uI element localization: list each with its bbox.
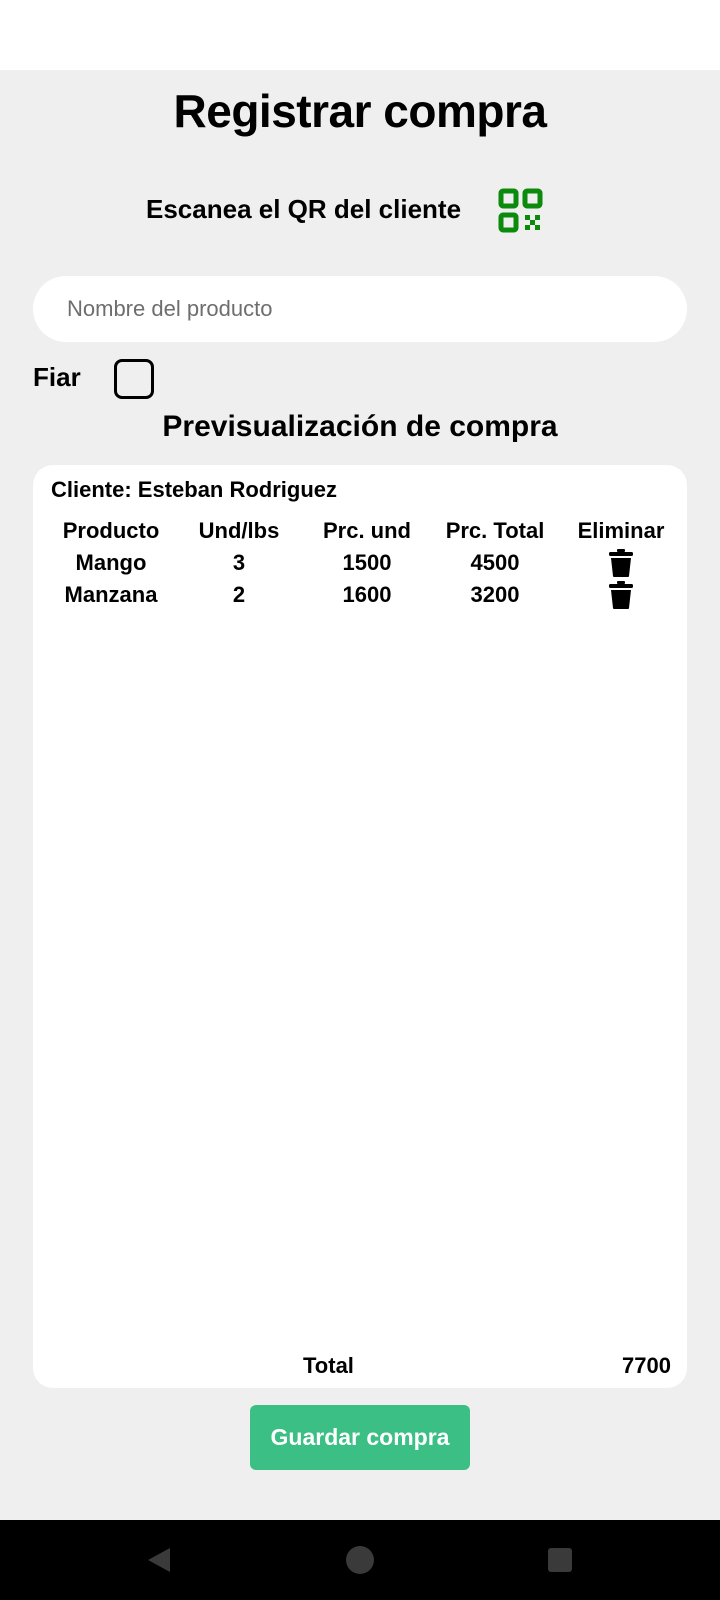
header-prc-und: Prc. und bbox=[322, 518, 411, 543]
delete-cell bbox=[559, 547, 683, 579]
fiar-label: Fiar bbox=[33, 362, 81, 392]
qr-code-icon[interactable] bbox=[498, 188, 544, 234]
header-producto: Producto bbox=[62, 518, 160, 543]
client-name: Cliente: Esteban Rodriguez bbox=[51, 477, 338, 502]
total-value: 7700 bbox=[622, 1353, 671, 1378]
trash-icon[interactable] bbox=[609, 581, 633, 609]
table-row: Manzana 2 1600 3200 bbox=[33, 579, 687, 611]
preview-title: Previsualización de compra bbox=[162, 410, 558, 443]
purchase-table: Producto Und/lbs Prc. und Prc. Total Eli… bbox=[33, 515, 687, 611]
cell-und: 2 bbox=[232, 582, 246, 607]
trash-icon[interactable] bbox=[609, 549, 633, 577]
header-und-lbs: Und/lbs bbox=[198, 518, 280, 543]
total-label: Total bbox=[303, 1353, 354, 1378]
header-prc-total: Prc. Total bbox=[445, 518, 545, 543]
fiar-checkbox[interactable] bbox=[114, 359, 154, 399]
header-eliminar: Eliminar bbox=[577, 518, 665, 543]
cell-und: 3 bbox=[232, 550, 246, 575]
cell-producto: Mango bbox=[75, 550, 147, 575]
scan-qr-row: Escanea el QR del cliente bbox=[0, 186, 720, 236]
save-purchase-button[interactable]: Guardar compra bbox=[250, 1405, 470, 1470]
back-triangle-icon[interactable] bbox=[140, 1540, 180, 1580]
table-row: Mango 3 1500 4500 bbox=[33, 547, 687, 579]
home-circle-icon[interactable] bbox=[340, 1540, 380, 1580]
cell-prc-total: 3200 bbox=[470, 582, 520, 607]
table-header-row: Producto Und/lbs Prc. und Prc. Total Eli… bbox=[33, 515, 687, 547]
page-title: Registrar compra bbox=[173, 85, 547, 137]
delete-cell bbox=[559, 579, 683, 611]
system-nav-bar bbox=[0, 1520, 720, 1600]
product-name-input[interactable] bbox=[33, 276, 687, 342]
cell-prc-und: 1500 bbox=[342, 550, 392, 575]
status-bar bbox=[0, 0, 720, 70]
cell-producto: Manzana bbox=[64, 582, 158, 607]
purchase-preview-card: Cliente: Esteban Rodriguez Producto Und/… bbox=[33, 465, 687, 1388]
cell-prc-und: 1600 bbox=[342, 582, 392, 607]
recents-square-icon[interactable] bbox=[540, 1540, 580, 1580]
scan-qr-label: Escanea el QR del cliente bbox=[146, 194, 462, 224]
cell-prc-total: 4500 bbox=[470, 550, 520, 575]
